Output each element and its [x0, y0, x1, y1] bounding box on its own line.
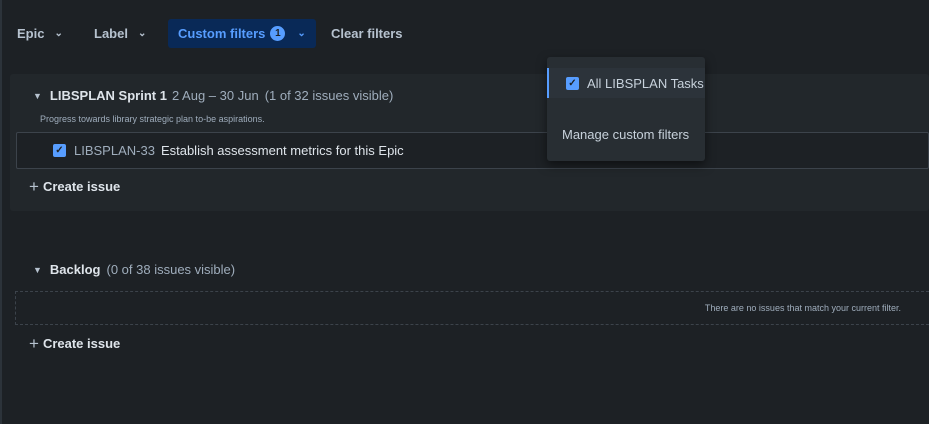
manage-custom-filters-link[interactable]: Manage custom filters [547, 119, 705, 149]
left-edge [0, 0, 2, 424]
epic-filter-label: Epic [17, 25, 45, 41]
clear-filters-button[interactable]: Clear filters [331, 19, 403, 47]
filter-option-all-libsplan-tasks[interactable]: ✓ All LIBSPLAN Tasks [547, 68, 705, 98]
issue-key[interactable]: LIBSPLAN-33 [74, 143, 155, 158]
label-filter-label: Label [94, 25, 128, 41]
plus-icon: + [29, 177, 39, 196]
custom-filters-dropdown: ✓ All LIBSPLAN Tasks Manage custom filte… [547, 57, 705, 161]
label-filter-button[interactable]: Label ⌄ [94, 19, 146, 47]
epic-filter-button[interactable]: Epic ⌄ [17, 19, 63, 47]
issue-row[interactable]: ✓ LIBSPLAN-33 Establish assessment metri… [16, 132, 929, 169]
checkbox-icon[interactable]: ✓ [53, 144, 66, 157]
backlog-empty-state: There are no issues that match your curr… [15, 291, 929, 325]
custom-filters-label: Custom filters [178, 26, 266, 41]
chevron-down-icon: ⌄ [54, 27, 63, 39]
empty-message: There are no issues that match your curr… [704, 303, 901, 313]
create-issue-label: Create issue [42, 179, 121, 194]
plus-icon: + [29, 334, 39, 353]
chevron-down-icon: ⌄ [137, 27, 147, 39]
sprint-create-issue-button[interactable]: + Create issue [29, 178, 120, 195]
manage-filters-label: Manage custom filters [562, 126, 690, 142]
custom-filters-button[interactable]: Custom filters 1 ⌄ [168, 19, 316, 48]
chevron-down-icon[interactable]: ▼ [33, 91, 42, 101]
sprint-goal: Progress towards library strategic plan … [40, 114, 265, 124]
chevron-down-icon: ⌄ [297, 28, 306, 39]
backlog-create-issue-button[interactable]: + Create issue [29, 335, 120, 352]
backlog-visible-count: (0 of 38 issues visible) [106, 262, 236, 277]
filter-count-badge: 1 [270, 26, 286, 41]
sprint-header[interactable]: ▼ LIBSPLAN Sprint 1 2 Aug – 30 Jun (1 of… [33, 88, 393, 103]
sprint-visible-count: (1 of 32 issues visible) [264, 88, 394, 103]
backlog-header[interactable]: ▼ Backlog (0 of 38 issues visible) [33, 262, 235, 277]
filter-option-label: All LIBSPLAN Tasks [587, 75, 704, 91]
create-issue-label: Create issue [42, 336, 121, 351]
checkbox-icon[interactable]: ✓ [566, 76, 579, 90]
sprint-name: LIBSPLAN Sprint 1 [49, 88, 167, 103]
backlog-name: Backlog [49, 262, 101, 277]
chevron-down-icon[interactable]: ▼ [33, 265, 42, 275]
clear-filters-label: Clear filters [331, 25, 403, 41]
sprint-dates: 2 Aug – 30 Jun [171, 88, 259, 103]
sprint-panel: ▼ LIBSPLAN Sprint 1 2 Aug – 30 Jun (1 of… [10, 74, 929, 211]
issue-summary: Establish assessment metrics for this Ep… [160, 143, 404, 158]
